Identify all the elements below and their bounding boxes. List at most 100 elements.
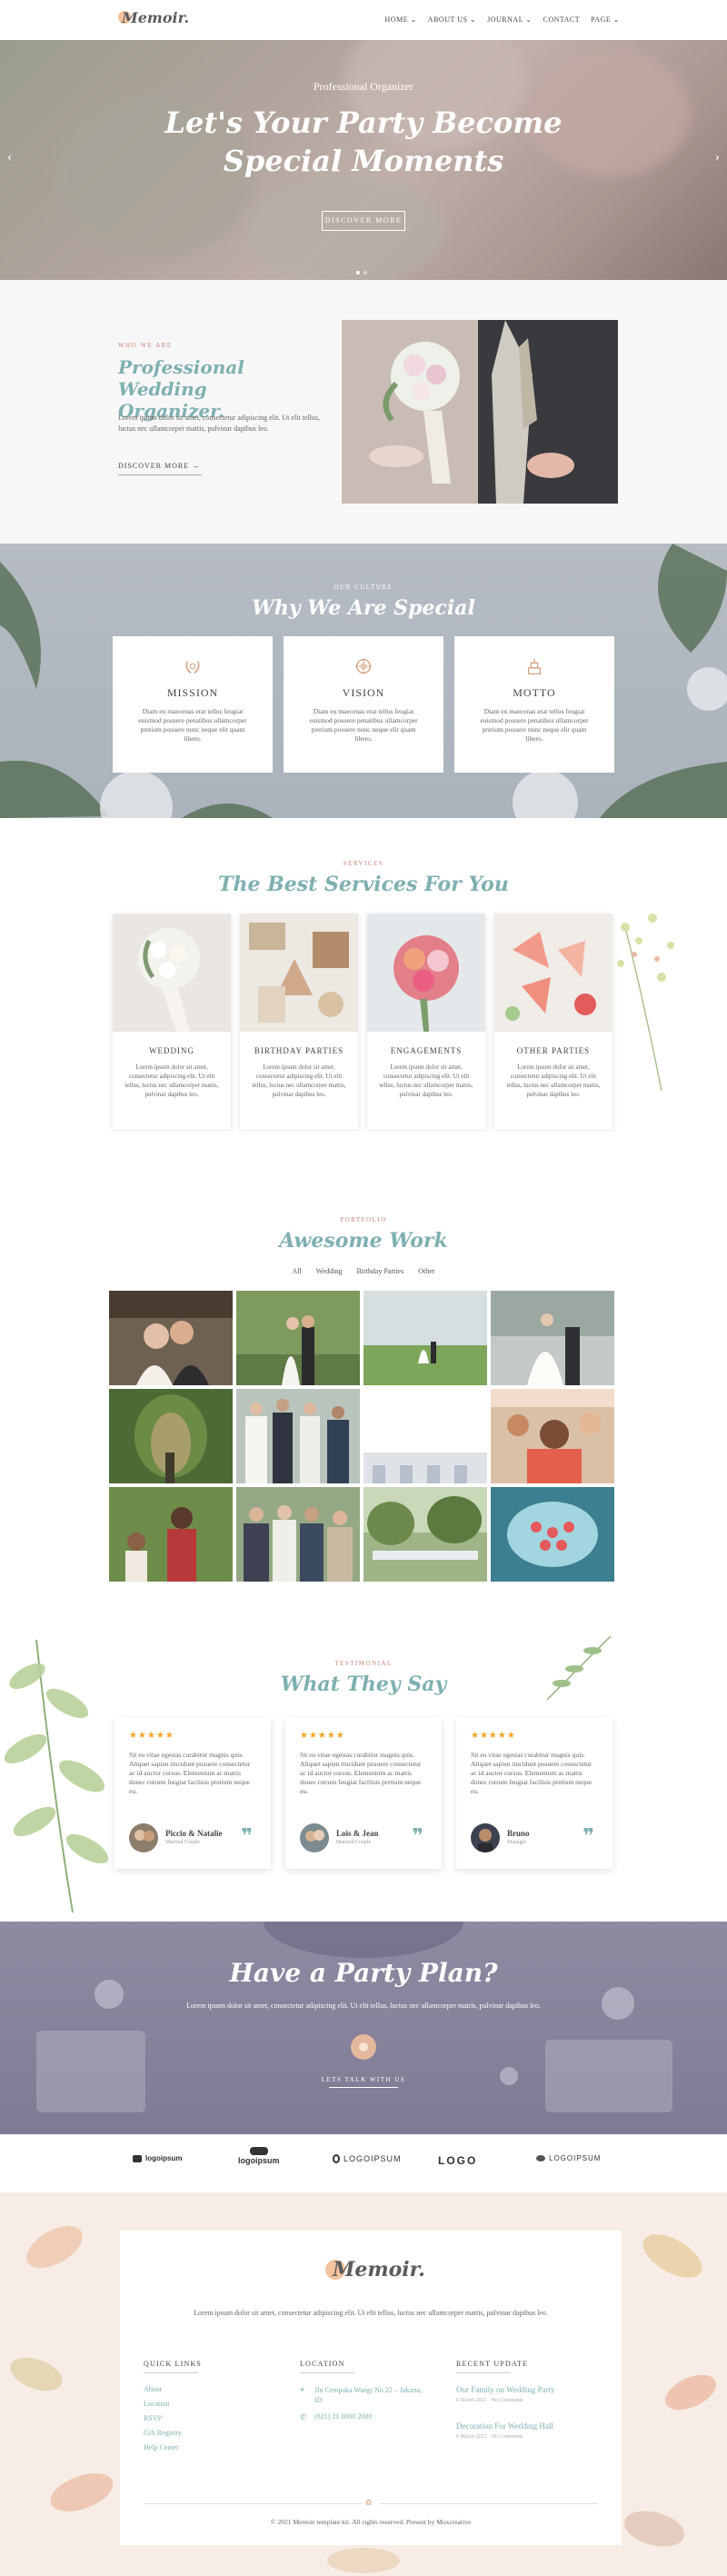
portfolio-item[interactable]	[491, 1487, 614, 1582]
portfolio-item[interactable]	[109, 1389, 233, 1483]
partner-logo-text: logoipsum	[238, 2156, 280, 2165]
nav-about[interactable]: ABOUT US ⌄	[428, 15, 476, 24]
chevron-right-icon[interactable]: ›	[715, 149, 720, 165]
portfolio-title: Awesome Work	[279, 1229, 448, 1253]
recent-post-meta: 6 March 2021 · No Comments	[456, 2398, 523, 2403]
service-title: WEDDING	[149, 1046, 194, 1055]
testimonial-eyebrow: TESTIMONIAL	[334, 1660, 393, 1667]
partner-logo[interactable]: logoipsum	[238, 2147, 280, 2165]
partner-logo[interactable]: logoipsum	[133, 2154, 182, 2162]
reviewer-name: Lois & Jean	[336, 1829, 379, 1838]
portfolio-item[interactable]	[364, 1487, 487, 1582]
reviewer-role: Manager	[507, 1840, 527, 1845]
filter-birthday[interactable]: Birthday Parties	[356, 1267, 403, 1275]
site-logo[interactable]: Memoir.	[118, 9, 189, 26]
partner-logo-text: LOGOIPSUM	[549, 2154, 602, 2162]
reviewer-role: Married Couple	[165, 1840, 201, 1845]
culture-title: Why We Are Special	[252, 596, 475, 620]
filter-other[interactable]: Other	[418, 1267, 434, 1275]
portfolio-item[interactable]	[491, 1291, 614, 1385]
vision-text: Diam eu maecenas erat tellus feugiat eui…	[309, 707, 418, 743]
discover-more-button[interactable]: DISCOVER MORE	[322, 211, 405, 231]
filter-all[interactable]: All	[293, 1267, 302, 1275]
footer-link-help-center[interactable]: Help Center	[144, 2443, 179, 2451]
portfolio-item[interactable]	[236, 1389, 360, 1483]
divider	[144, 2503, 362, 2504]
service-title: BIRTHDAY PARTIES	[254, 1046, 344, 1055]
footer-link-location[interactable]: Location	[144, 2400, 169, 2408]
footer-link-gift-registry[interactable]: Gift Registry	[144, 2429, 182, 2437]
vision-card: VISION Diam eu maecenas erat tellus feug…	[284, 636, 443, 773]
motto-title: MOTTO	[513, 686, 556, 699]
site-footer: Memoir. Lorem ipsum dolor sit amet, cons…	[0, 2192, 727, 2576]
play-circle-inner	[359, 2042, 368, 2052]
services-eyebrow: SERVICES	[343, 860, 384, 867]
nav-contact[interactable]: CONTACT	[543, 15, 581, 24]
portfolio-item[interactable]	[109, 1487, 233, 1582]
couple-photo	[342, 320, 618, 504]
avatar	[300, 1823, 329, 1852]
recent-post-title[interactable]: Decoration For Wedding Hall	[456, 2421, 553, 2431]
service-text: Lorem ipsum dolor sit amet, consectetur …	[506, 1063, 601, 1098]
avatar	[471, 1823, 500, 1852]
footer-link-rsvp[interactable]: RSVP	[144, 2414, 162, 2422]
banquet-background	[36, 1922, 672, 2112]
portfolio-item[interactable]	[491, 1389, 614, 1483]
location-title: LOCATION	[300, 2360, 345, 2368]
slider-dot[interactable]	[364, 271, 367, 275]
avatar	[129, 1823, 158, 1852]
service-card-wedding[interactable]: WEDDING Lorem ipsum dolor sit amet, cons…	[113, 914, 231, 1130]
site-header: Memoir. HOME ⌄ ABOUT US ⌄ JOURNAL ⌄ CONT…	[0, 0, 727, 40]
vision-title: VISION	[342, 686, 385, 699]
footer-text: Lorem ipsum dolor sit amet, consectetur …	[194, 2309, 548, 2317]
portfolio-eyebrow: PORTFOLIO	[340, 1216, 387, 1223]
culture-eyebrow: OUR CULTURE	[334, 584, 393, 591]
copyright: © 2021 Memoir template kit. All rights r…	[270, 2518, 472, 2526]
chevron-left-icon[interactable]: ‹	[7, 149, 12, 165]
partner-logo-text: LOGOIPSUM	[344, 2154, 402, 2163]
discover-more-link[interactable]: DISCOVER MORE →	[118, 462, 202, 475]
footer-phone[interactable]: (021) 21 0000 2000	[314, 2412, 372, 2421]
recent-update-title: RECENT UPDATE	[456, 2360, 529, 2368]
portfolio-item[interactable]	[109, 1291, 233, 1385]
portfolio-item[interactable]	[364, 1291, 487, 1385]
plan-text: Lorem ipsum dolor sit amet, consectetur …	[186, 2002, 541, 2010]
portfolio-item[interactable]	[236, 1487, 360, 1582]
nav-page[interactable]: PAGE ⌄	[591, 15, 620, 24]
footer-logo-text: Memoir.	[333, 2258, 425, 2281]
mission-title: MISSION	[166, 686, 219, 699]
floral-branch-decoration	[617, 914, 674, 1091]
partner-logo[interactable]: LOGOIPSUM	[333, 2154, 402, 2163]
reviewer-name: Piccio & Natalie	[165, 1829, 223, 1838]
footer-panel: Memoir. Lorem ipsum dolor sit amet, cons…	[120, 2231, 622, 2545]
footer-address: Jln Cempaka Wangi No 22 – Jakarta, ID	[314, 2386, 423, 2404]
nav-journal[interactable]: JOURNAL ⌄	[487, 15, 532, 24]
lets-talk-button[interactable]: LETS TALK WITH US	[0, 2076, 727, 2083]
slider-dot[interactable]	[356, 271, 360, 275]
birthday-photo	[240, 914, 358, 1032]
nav-home[interactable]: HOME ⌄	[385, 15, 417, 24]
cake-icon	[527, 658, 542, 674]
footer-logo[interactable]: Memoir.	[325, 2258, 425, 2281]
filter-wedding[interactable]: Wedding	[316, 1267, 343, 1275]
service-card-birthday[interactable]: BIRTHDAY PARTIES Lorem ipsum dolor sit a…	[240, 914, 358, 1130]
small-branch-decoration	[546, 1635, 612, 1701]
portfolio-item[interactable]	[364, 1389, 487, 1483]
partner-logo[interactable]: LOGO	[438, 2154, 477, 2167]
recent-post-title[interactable]: Our Family on Wedding Party	[456, 2385, 555, 2394]
about-eyebrow: WHO WE ARE	[118, 342, 173, 349]
divider	[456, 2372, 511, 2373]
service-card-engagements[interactable]: ENGAGEMENTS Lorem ipsum dolor sit amet, …	[367, 914, 485, 1130]
portfolio-item[interactable]	[236, 1291, 360, 1385]
testimonial-card: ★★★★★ Sit eu vitae egestas curabitur mag…	[456, 1718, 612, 1869]
ornament-icon: ✿	[365, 2498, 373, 2507]
partner-logo[interactable]: LOGOIPSUM	[536, 2154, 601, 2162]
slider-dots	[356, 271, 367, 275]
main-nav: HOME ⌄ ABOUT US ⌄ JOURNAL ⌄ CONTACT PAGE…	[385, 15, 620, 24]
testimonial-card: ★★★★★ Sit eu vitae egestas curabitur mag…	[285, 1718, 442, 1869]
service-card-other[interactable]: OTHER PARTIES Lorem ipsum dolor sit amet…	[494, 914, 612, 1130]
portfolio-section: PORTFOLIO Awesome Work All Wedding Birth…	[0, 1131, 727, 1622]
partner-logos: logoipsum logoipsum LOGOIPSUM LOGO LOGOI…	[0, 2134, 727, 2192]
testimonial-text: Sit eu vitae egestas curabitur magnis qu…	[129, 1751, 251, 1795]
footer-link-about[interactable]: About	[144, 2385, 162, 2393]
